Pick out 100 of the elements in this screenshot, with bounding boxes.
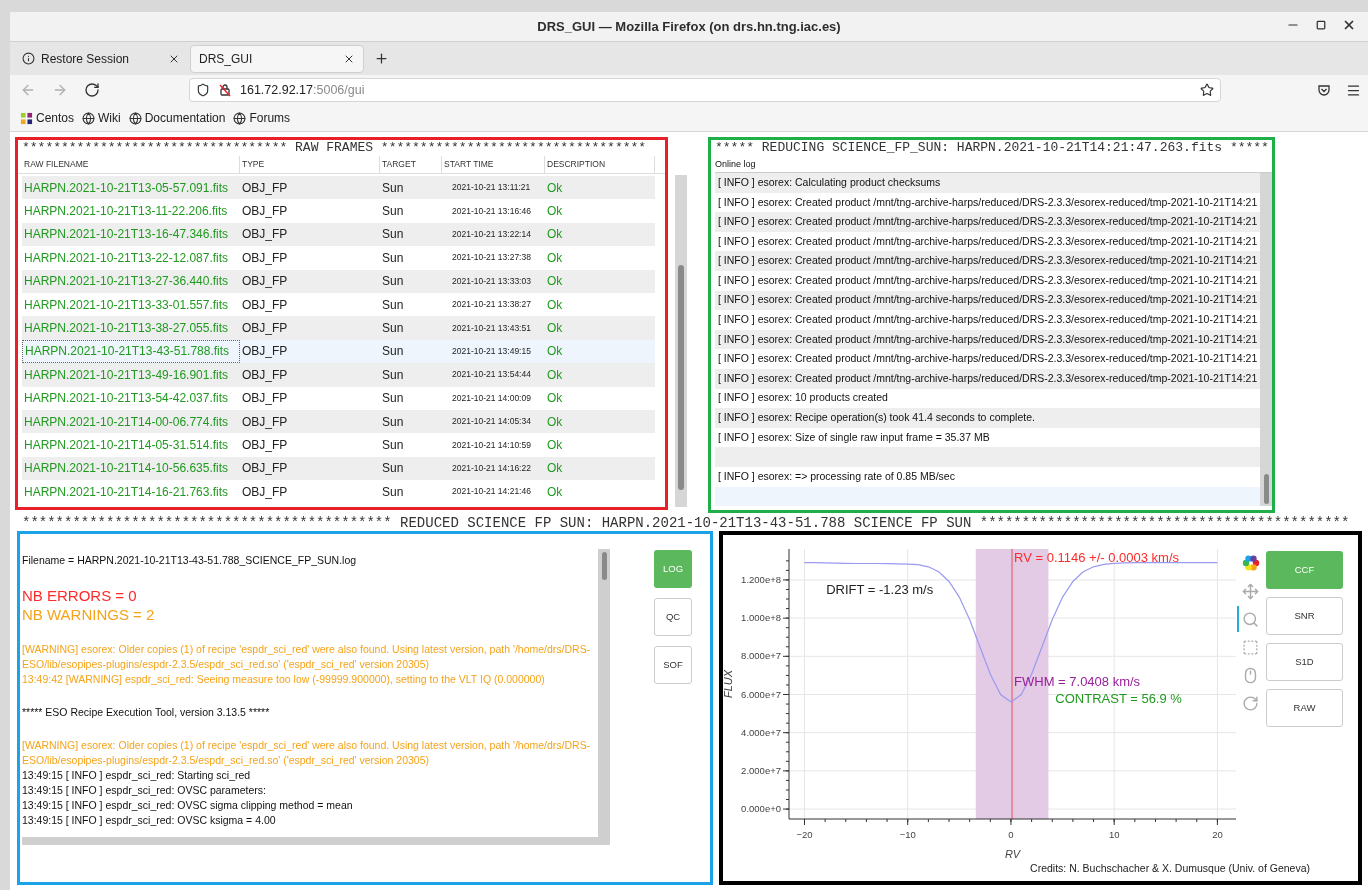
table-cell-text: OBJ_FP xyxy=(241,249,289,267)
table-cell-text: 2021-10-21 13:49:15 xyxy=(451,345,532,358)
view-button[interactable]: QC xyxy=(654,598,692,636)
table-row[interactable]: HARPN.2021-10-21T13-38-27.055.fits OBJ_FP Sun 2021-10-21 13:43:51 Ok xyxy=(22,316,655,340)
column-header: DESCRIPTION xyxy=(545,156,655,173)
table-cell-text: Sun xyxy=(381,203,405,221)
menu-icon[interactable] xyxy=(1346,82,1361,98)
log-row[interactable]: [ INFO ] esorex: Created product /mnt/tng-archive-harps/reduced/DRS-2.3.3/esorex-reduced/tmp-2021-10-21T14:21 xyxy=(715,212,1260,232)
log-line: 13:49:15 [ INFO ] espdr_sci_red: OVSC sigma clipping method = mean xyxy=(22,798,354,813)
axis-title: FLUX xyxy=(723,669,734,699)
table-cell-text: HARPN.2021-10-21T13-38-27.055.fits xyxy=(23,320,230,338)
view-button[interactable]: SOF xyxy=(654,646,692,684)
magnifier-icon[interactable] xyxy=(1242,610,1259,628)
table-row[interactable]: HARPN.2021-10-21T14-00-06.774.fits OBJ_FP Sun 2021-10-21 14:05:34 Ok xyxy=(22,409,655,434)
reset-icon[interactable] xyxy=(1242,694,1259,712)
table-cell-text: 2021-10-21 14:10:59 xyxy=(451,438,532,452)
log-line: 13:49:15 [ INFO ] espdr_sci_red: Starting sci_red xyxy=(22,768,252,783)
table-cell-text: Ok xyxy=(546,390,564,408)
table-cell-text: OBJ_FP xyxy=(241,179,289,197)
table-row[interactable]: HARPN.2021-10-21T13-05-57.091.fits OBJ_FP Sun 2021-10-21 13:11:21 Ok xyxy=(22,176,655,200)
table-cell-text: Ok xyxy=(546,343,564,361)
table-cell-text: 2021-10-21 13:54:44 xyxy=(451,368,532,382)
table-row[interactable]: HARPN.2021-10-21T13-27-36.440.fits OBJ_FP Sun 2021-10-21 13:33:03 Ok xyxy=(22,269,655,293)
log-row[interactable]: [ INFO ] esorex: Created product /mnt/tng-archive-harps/reduced/DRS-2.3.3/esorex-reduced/tmp-2021-10-21T14:21 xyxy=(715,368,1260,389)
log-row[interactable]: [ INFO ] esorex: Created product /mnt/tng-archive-harps/reduced/DRS-2.3.3/esorex-reduced/tmp-2021-10-21T14:21 xyxy=(715,329,1260,350)
table-cell-text: OBJ_FP xyxy=(241,483,289,501)
table-cell-text: Ok xyxy=(546,320,564,338)
table-cell-text: Ok xyxy=(546,413,564,431)
address-field[interactable]: 161.72.92.17:5006/gui xyxy=(189,78,1221,102)
table-row[interactable]: HARPN.2021-10-21T13-43-51.788.fits OBJ_FP Sun 2021-10-21 13:49:15 Ok xyxy=(22,339,655,364)
table-cell-text: Ok xyxy=(546,437,564,454)
table-cell-text: OBJ_FP xyxy=(241,390,289,408)
table-cell-text: 2021-10-21 14:21:46 xyxy=(451,485,532,499)
column-header: TYPE xyxy=(240,156,380,173)
table-cell-text: Sun xyxy=(381,273,405,291)
bookmark-link[interactable]: Documentation xyxy=(128,109,226,127)
annotation-label: RV = 0.1146 +/- 0.0003 km/s xyxy=(1014,550,1180,565)
table-cell-text: HARPN.2021-10-21T14-00-06.774.fits xyxy=(23,413,230,431)
table-cell-text: 2021-10-21 14:05:34 xyxy=(451,415,532,428)
scrollbar-thumb xyxy=(1263,474,1269,504)
table-cell-text: HARPN.2021-10-21T13-22-12.087.fits xyxy=(23,249,230,267)
table-row[interactable]: HARPN.2021-10-21T13-16-47.346.fits OBJ_FP Sun 2021-10-21 13:22:14 Ok xyxy=(22,222,655,247)
table-cell-text: OBJ_FP xyxy=(241,460,289,478)
table-cell-text: 2021-10-21 13:22:14 xyxy=(451,228,532,241)
log-row[interactable]: [ INFO ] esorex: Created product /mnt/tng-archive-harps/reduced/DRS-2.3.3/esorex-reduced/tmp-2021-10-21T14:21 xyxy=(715,290,1260,311)
bookmark-link[interactable]: Wiki xyxy=(82,109,121,127)
log-label: Online log xyxy=(715,158,757,171)
log-row[interactable]: [ INFO ] esorex: Calculating product checksums xyxy=(715,173,1260,193)
table-row[interactable]: HARPN.2021-10-21T13-49-16.901.fits OBJ_FP Sun 2021-10-21 13:54:44 Ok xyxy=(22,363,655,387)
section-heading: ***** REDUCING SCIENCE_FP_SUN: HARPN.2021-10-21T14:21:47.263.fits ***** xyxy=(715,140,1270,156)
table-cell-text: 2021-10-21 13:38:27 xyxy=(451,298,532,311)
table-cell-text: Sun xyxy=(381,296,405,314)
log-row[interactable]: [ INFO ] esorex: Created product /mnt/tng-archive-harps/reduced/DRS-2.3.3/esorex-reduced/tmp-2021-10-21T14:21 xyxy=(715,251,1260,271)
table-cell-text: HARPN.2021-10-21T14-10-56.635.fits xyxy=(23,460,230,478)
table-cell-text: Ok xyxy=(546,179,564,197)
table-cell-text: Sun xyxy=(381,390,405,408)
warning-message: [WARNING] esorex: Older copies (1) of recipe 'espdr_sci_red' were also found. Using latest version, path '/home/drs/DRS-ESO/lib/esopipes-plugins/espdr-2.3.5/espdr_sci_red.so' ('espdr_sci_red' version 20305) xyxy=(22,738,592,768)
close-icon[interactable] xyxy=(1342,18,1356,32)
table-cell-text: Sun xyxy=(381,226,405,244)
table-cell-text: Ok xyxy=(546,226,564,244)
table-cell-text: OBJ_FP xyxy=(241,203,289,221)
table-cell-text: OBJ_FP xyxy=(241,273,289,291)
view-button[interactable]: S1D xyxy=(1266,643,1343,681)
log-line: 13:49:15 [ INFO ] espdr_sci_red: OVSC parameters: xyxy=(22,783,267,798)
warning-message: 13:49:42 [WARNING] espdr_sci_red: Seeing measure too low (-99999.900000), setting to the VLT IQ (0.000000) xyxy=(22,672,546,687)
annotation-label: FWHM = 7.0408 km/s xyxy=(1014,673,1141,689)
bookmark-star-icon[interactable] xyxy=(1200,83,1214,97)
dashed-square-icon[interactable] xyxy=(1242,638,1259,656)
table-row[interactable]: HARPN.2021-10-21T14-10-56.635.fits OBJ_FP Sun 2021-10-21 14:16:22 Ok xyxy=(22,456,655,481)
color-wheel-logo-icon xyxy=(1242,554,1260,572)
axis-tick-label: 6.000e+7 xyxy=(741,688,781,700)
bookmark-link[interactable]: Centos xyxy=(20,109,75,127)
tab-label: DRS_GUI xyxy=(199,50,254,68)
mouse-icon[interactable] xyxy=(1242,666,1259,684)
browser-tab[interactable]: DRS_GUI xyxy=(190,44,364,73)
axis-tick-label: −20 xyxy=(796,829,813,840)
view-button[interactable]: SNR xyxy=(1266,597,1343,635)
column-header: START TIME xyxy=(442,156,545,173)
move-icon[interactable] xyxy=(1242,582,1259,600)
axis-tick-label: 20 xyxy=(1212,829,1223,840)
column-header: RAW FILENAME xyxy=(22,156,240,173)
table-cell-text: Sun xyxy=(381,483,405,501)
table-cell-text: Sun xyxy=(381,460,405,478)
pocket-icon[interactable] xyxy=(1317,83,1331,97)
annotation-label: CONTRAST = 56.9 % xyxy=(1055,691,1182,707)
new-tab-icon[interactable] xyxy=(374,51,389,66)
table-cell-text: Ok xyxy=(546,483,564,501)
warning-message: [WARNING] esorex: Older copies (1) of recipe 'espdr_sci_red' were also found. Using latest version, path '/home/drs/DRS-ESO/lib/esopipes-plugins/espdr-2.3.5/espdr_sci_red.so' ('espdr_sci_red' version 20305) xyxy=(22,642,592,672)
credits-text: Credits: N. Buchschacher & X. Dumusque (Univ. of Geneva) xyxy=(1030,861,1310,876)
table-cell-text: 2021-10-21 13:27:38 xyxy=(451,251,532,265)
table-cell-text: HARPN.2021-10-21T14-05-31.514.fits xyxy=(23,437,230,454)
log-row[interactable]: [ INFO ] esorex: Recipe operation(s) took 41.4 seconds to complete. xyxy=(715,408,1260,428)
error-count: NB ERRORS = 0 xyxy=(22,586,138,605)
axis-tick-label: 1.200e+8 xyxy=(741,573,781,585)
browser-tab[interactable]: Restore Session xyxy=(14,44,188,73)
bookmark-link[interactable]: Forums xyxy=(233,109,291,127)
maximize-icon[interactable] xyxy=(1316,20,1326,30)
table-cell-text: Sun xyxy=(381,320,405,338)
log-line: ***** ESO Recipe Execution Tool, version 3.13.5 ***** xyxy=(22,705,271,720)
view-button[interactable]: RAW xyxy=(1266,689,1343,727)
